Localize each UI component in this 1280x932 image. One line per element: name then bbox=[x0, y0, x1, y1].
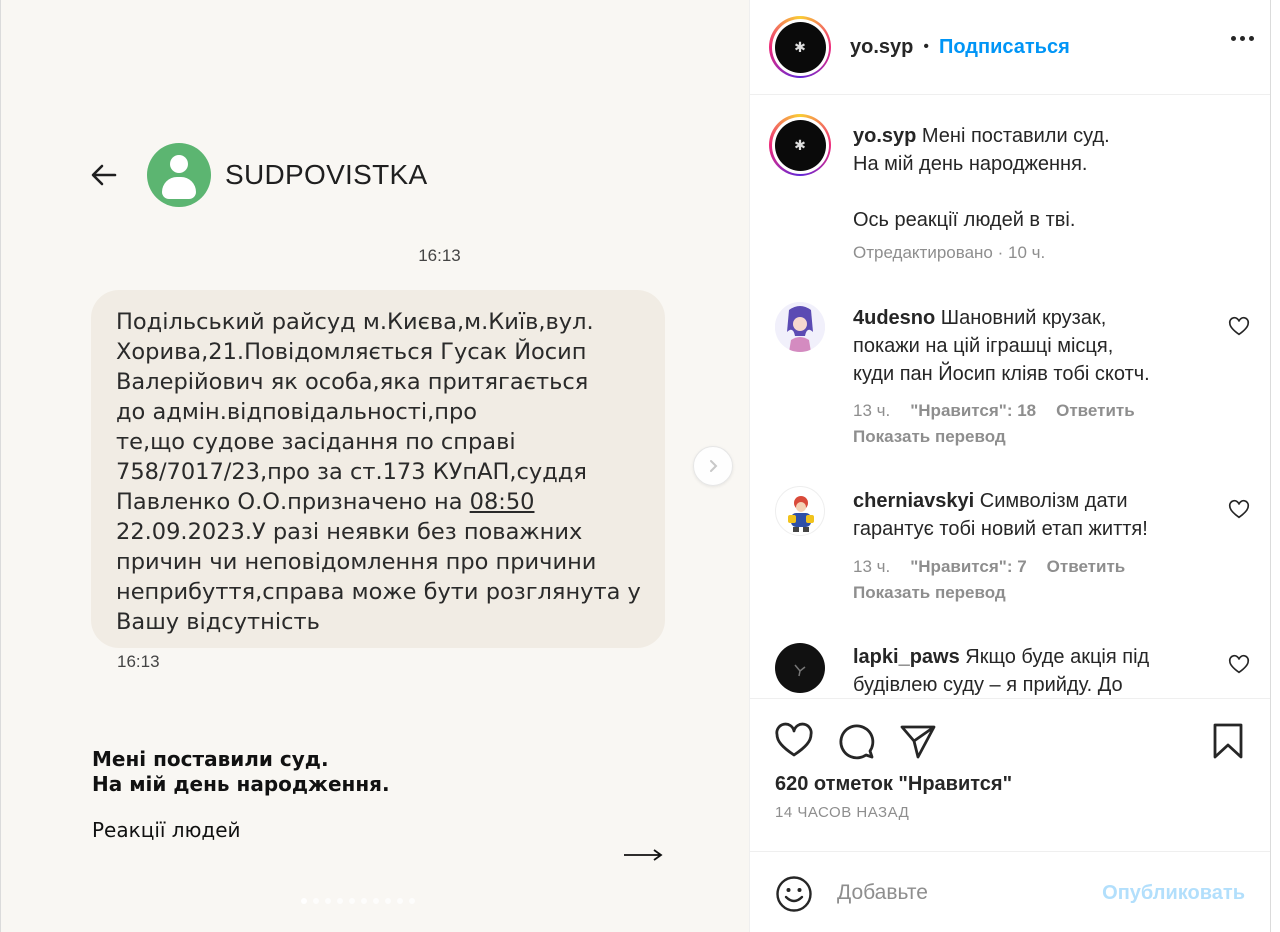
post-time-ago: 14 ЧАСОВ НАЗАД bbox=[775, 804, 910, 821]
carousel-dots bbox=[301, 898, 415, 904]
sms-message-text: Подільський райсуд м.Києва,м.Київ,вул. Х… bbox=[116, 309, 641, 635]
carousel-dot bbox=[409, 898, 415, 904]
sms-header: SUDPOVISTKA bbox=[89, 142, 427, 208]
comment-meta: 13 ч. "Нравится": 18 Ответить bbox=[853, 401, 1135, 421]
commenter-avatar[interactable] bbox=[775, 643, 825, 693]
comment-username[interactable]: 4udesno bbox=[853, 307, 935, 329]
likes-count[interactable]: 620 отметок "Нравится" bbox=[775, 773, 1012, 796]
cartoon-avatar-icon bbox=[788, 496, 814, 532]
dark-avatar-icon bbox=[794, 664, 806, 677]
sms-timestamp-bottom: 16:13 bbox=[117, 652, 160, 671]
carousel-dot bbox=[373, 898, 379, 904]
sms-message-bubble: Подільський райсуд м.Києва,м.Київ,вул. Х… bbox=[91, 290, 665, 648]
header-separator: • bbox=[923, 38, 929, 55]
post-header: ✱ yo.syp • Подписаться bbox=[750, 0, 1270, 95]
comment-time: 13 ч. bbox=[853, 557, 891, 576]
comment-like-icon[interactable] bbox=[1228, 316, 1250, 338]
sms-sender-name: SUDPOVISTKA bbox=[225, 159, 428, 190]
comment-text: lapki_paws Якщо буде акція під будівлею … bbox=[853, 646, 1150, 696]
comment-text: cherniavskyi Символізм дати гарантує тоб… bbox=[853, 490, 1148, 540]
comment-like-icon[interactable] bbox=[1228, 499, 1250, 521]
comment-input[interactable]: Добавьте bbox=[837, 881, 928, 905]
publish-button[interactable]: Опубликовать bbox=[1102, 882, 1245, 905]
more-options-icon[interactable] bbox=[1231, 36, 1254, 41]
comment-meta: 13 ч. "Нравится": 7 Ответить bbox=[853, 557, 1125, 577]
caption-username[interactable]: yo.syp bbox=[853, 125, 916, 147]
carousel-dot bbox=[301, 898, 307, 904]
carousel-dot bbox=[397, 898, 403, 904]
bookmark-icon[interactable] bbox=[1208, 721, 1248, 761]
back-arrow-icon bbox=[91, 164, 117, 186]
comment-text: 4udesno Шановний крузак, покажи на цій і… bbox=[853, 307, 1150, 385]
media-caption-line1: Мені поставили суд. bbox=[92, 747, 329, 771]
comments-list[interactable]: ✱ yo.syp Мені поставили суд. На мій день… bbox=[750, 96, 1270, 698]
comment-username[interactable]: cherniavskyi bbox=[853, 490, 974, 512]
reply-button[interactable]: Ответить bbox=[1047, 557, 1126, 577]
carousel-dot bbox=[361, 898, 367, 904]
author-avatar[interactable]: ✱ bbox=[769, 16, 831, 78]
caption-meta: Отредактировано · 10 ч. bbox=[853, 243, 1046, 262]
post-sidebar: ✱ yo.syp • Подписаться ✱ yo.syp Мені пос… bbox=[749, 0, 1271, 932]
show-translation-button[interactable]: Показать перевод bbox=[853, 427, 1006, 447]
emoji-icon[interactable] bbox=[775, 875, 813, 913]
post-media: SUDPOVISTKA 16:13 Подільський райсуд м.К… bbox=[0, 0, 749, 932]
post-actions: 620 отметок "Нравится" 14 ЧАСОВ НАЗАД bbox=[750, 698, 1270, 851]
long-arrow-icon bbox=[624, 849, 663, 861]
add-comment-bar: Добавьте Опубликовать bbox=[750, 851, 1270, 932]
next-slide-button[interactable] bbox=[693, 446, 733, 486]
chevron-right-icon bbox=[710, 460, 718, 472]
caption-avatar[interactable]: ✱ bbox=[769, 114, 831, 176]
comment-bubble-icon[interactable] bbox=[836, 721, 876, 761]
comment-likes[interactable]: "Нравится": 18 bbox=[910, 401, 1036, 421]
sms-time-link: 08:50 bbox=[469, 489, 535, 515]
follow-button[interactable]: Подписаться bbox=[939, 36, 1070, 59]
commenter-avatar[interactable] bbox=[775, 486, 825, 536]
show-translation-button[interactable]: Показать перевод bbox=[853, 583, 1006, 603]
carousel-dot bbox=[385, 898, 391, 904]
media-caption: Мені поставили суд. На мій день народжен… bbox=[92, 747, 390, 842]
comment-time: 13 ч. bbox=[853, 401, 891, 420]
carousel-dot bbox=[337, 898, 343, 904]
share-send-icon[interactable] bbox=[898, 721, 938, 761]
comment-username[interactable]: lapki_paws bbox=[853, 646, 960, 668]
commenter-avatar[interactable] bbox=[775, 302, 825, 352]
sms-contact-avatar bbox=[147, 143, 211, 207]
comment-like-icon[interactable] bbox=[1228, 654, 1250, 676]
media-caption-sub: Реакції людей bbox=[92, 818, 241, 842]
author-username[interactable]: yo.syp bbox=[850, 36, 913, 59]
carousel-dot bbox=[313, 898, 319, 904]
sms-timestamp-top: 16:13 bbox=[418, 246, 461, 265]
carousel-dot bbox=[349, 898, 355, 904]
reply-button[interactable]: Ответить bbox=[1056, 401, 1135, 421]
anime-avatar-icon bbox=[775, 302, 825, 352]
comment-likes[interactable]: "Нравится": 7 bbox=[910, 557, 1026, 577]
carousel-dot bbox=[325, 898, 331, 904]
media-caption-line2: На мій день народження. bbox=[92, 772, 390, 796]
avatar-image: ✱ bbox=[774, 21, 826, 73]
like-heart-icon[interactable] bbox=[774, 721, 814, 761]
post-caption: yo.syp Мені поставили суд. На мій день н… bbox=[853, 125, 1110, 231]
